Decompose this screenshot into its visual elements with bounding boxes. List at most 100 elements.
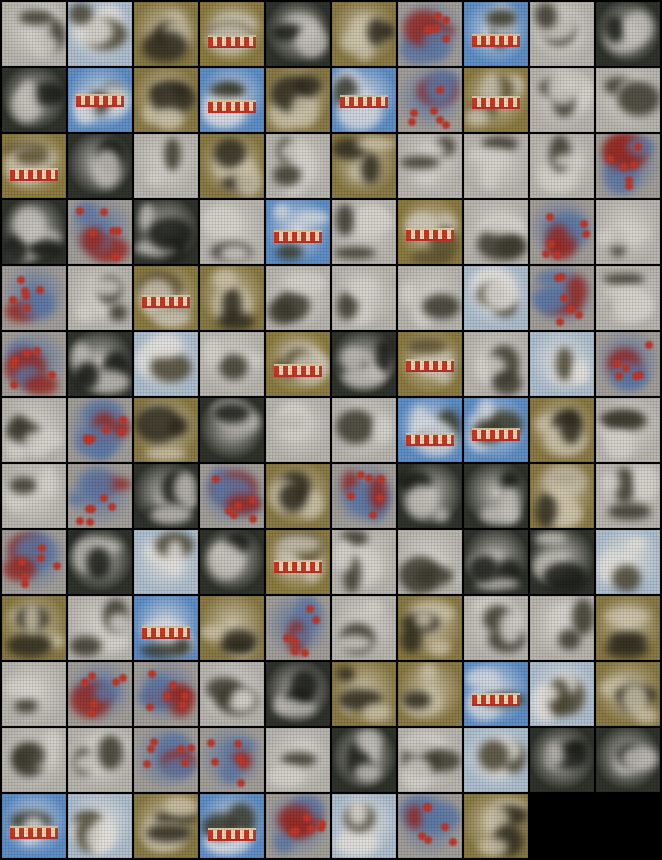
sample-tile (266, 728, 330, 792)
sample-tile (464, 728, 528, 792)
sample-tile (68, 596, 132, 660)
tile-texture (464, 266, 528, 330)
sample-tile (68, 464, 132, 528)
sample-tile (398, 398, 462, 462)
sample-tile (332, 332, 396, 396)
sample-tile (68, 530, 132, 594)
sample-tile (2, 2, 66, 66)
sample-tile (596, 596, 660, 660)
sample-tile (464, 68, 528, 132)
tile-texture (266, 332, 330, 396)
sample-tile (2, 596, 66, 660)
tile-texture (596, 68, 660, 132)
tile-texture (398, 530, 462, 594)
sample-tile (200, 200, 264, 264)
sample-tile (134, 266, 198, 330)
sample-tile (332, 2, 396, 66)
tile-texture (464, 794, 528, 858)
sample-tile (266, 398, 330, 462)
sample-tile (464, 134, 528, 198)
sample-tile (134, 332, 198, 396)
tile-texture (200, 2, 264, 66)
sample-tile (332, 68, 396, 132)
tile-texture (2, 134, 66, 198)
tile-texture (332, 134, 396, 198)
sample-tile (200, 794, 264, 858)
sample-tile (398, 266, 462, 330)
tile-texture (398, 266, 462, 330)
tile-texture (68, 2, 132, 66)
sample-tile (134, 2, 198, 66)
sample-tile (266, 200, 330, 264)
sample-tile (398, 464, 462, 528)
sample-tile (68, 662, 132, 726)
tile-texture (464, 68, 528, 132)
sample-tile (332, 398, 396, 462)
tile-texture (398, 464, 462, 528)
tile-texture (596, 266, 660, 330)
sample-tile (134, 662, 198, 726)
tile-texture (266, 266, 330, 330)
tile-texture (464, 2, 528, 66)
sample-tile (2, 794, 66, 858)
tile-texture (332, 2, 396, 66)
sample-tile (530, 398, 594, 462)
tile-texture (134, 464, 198, 528)
tile-texture (398, 2, 462, 66)
sample-tile (134, 596, 198, 660)
sample-tile (134, 464, 198, 528)
sample-tile (2, 134, 66, 198)
sample-tile (596, 332, 660, 396)
tile-texture (266, 464, 330, 528)
sample-tile (332, 662, 396, 726)
tile-texture (134, 68, 198, 132)
tile-texture (134, 398, 198, 462)
sample-image-grid (0, 0, 662, 860)
sample-tile (464, 662, 528, 726)
tile-texture (200, 398, 264, 462)
tile-texture (398, 200, 462, 264)
tile-texture (2, 2, 66, 66)
tile-texture (68, 530, 132, 594)
tile-texture (134, 2, 198, 66)
tile-texture (2, 398, 66, 462)
tile-texture (398, 332, 462, 396)
sample-tile (200, 662, 264, 726)
tile-texture (464, 596, 528, 660)
tile-texture (596, 134, 660, 198)
tile-texture (530, 332, 594, 396)
tile-texture (2, 464, 66, 528)
sample-tile (2, 332, 66, 396)
tile-texture (266, 596, 330, 660)
tile-texture (464, 662, 528, 726)
sample-tile (2, 530, 66, 594)
sample-tile (464, 794, 528, 858)
sample-tile (530, 68, 594, 132)
sample-tile (68, 266, 132, 330)
tile-texture (530, 200, 594, 264)
tile-texture (530, 728, 594, 792)
sample-tile (266, 530, 330, 594)
sample-tile (134, 68, 198, 132)
sample-tile (266, 68, 330, 132)
tile-texture (134, 794, 198, 858)
sample-tile (596, 200, 660, 264)
tile-texture (332, 662, 396, 726)
tile-texture (398, 68, 462, 132)
tile-texture (68, 464, 132, 528)
sample-tile (68, 68, 132, 132)
tile-texture (398, 134, 462, 198)
sample-tile (332, 266, 396, 330)
tile-texture (530, 596, 594, 660)
sample-tile (596, 68, 660, 132)
sample-tile (398, 2, 462, 66)
tile-texture (332, 200, 396, 264)
tile-texture (200, 728, 264, 792)
sample-tile (266, 596, 330, 660)
sample-tile (68, 200, 132, 264)
tile-texture (530, 530, 594, 594)
tile-texture (530, 662, 594, 726)
sample-tile (398, 794, 462, 858)
tile-texture (530, 2, 594, 66)
sample-tile (332, 794, 396, 858)
